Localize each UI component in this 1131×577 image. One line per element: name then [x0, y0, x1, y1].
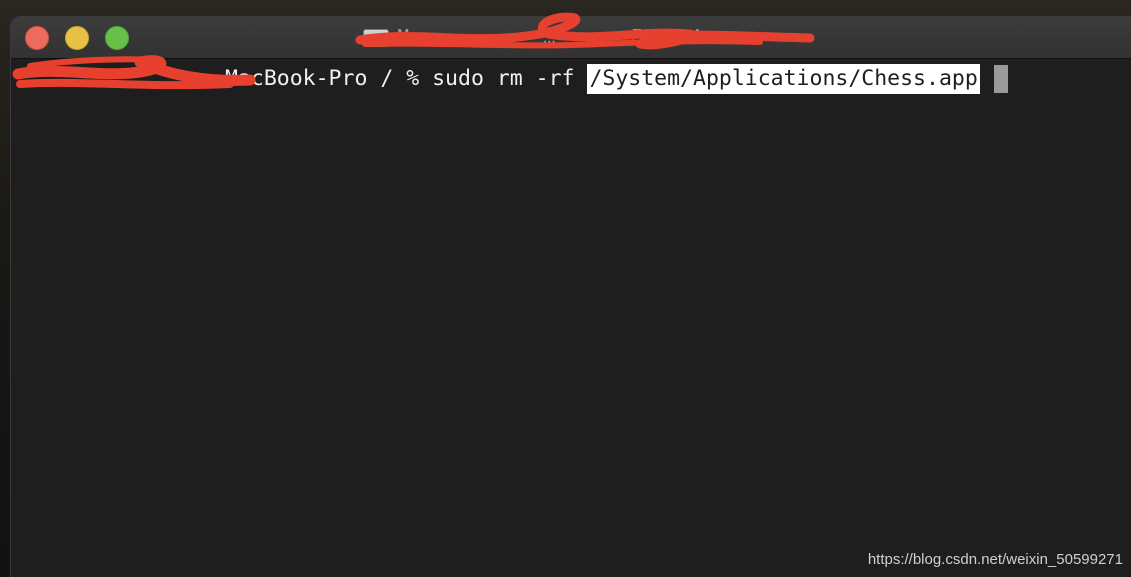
close-button[interactable] [25, 26, 49, 50]
desktop: M… … … … … 50×24 MacBook-Pro / % sudo rm… [0, 0, 1131, 577]
title-bar[interactable]: M… … … … … 50×24 [11, 17, 1131, 59]
terminal-window: M… … … … … 50×24 MacBook-Pro / % sudo rm… [10, 16, 1131, 577]
command-line: MacBook-Pro / % sudo rm -rf /System/Appl… [19, 64, 1008, 94]
prompt-host: MacBook-Pro / % [225, 66, 433, 91]
watermark: https://blog.csdn.net/weixin_50599271 [867, 551, 1123, 568]
terminal-content[interactable]: MacBook-Pro / % sudo rm -rf /System/Appl… [11, 59, 1131, 577]
zoom-button[interactable] [105, 26, 129, 50]
command-text: sudo rm -rf [432, 66, 588, 91]
text-cursor [993, 65, 1008, 93]
window-title-text: M… … … … … 50×24 [397, 26, 704, 50]
window-title: M… … … … … 50×24 [363, 21, 704, 55]
disk-icon [363, 27, 389, 49]
minimize-button[interactable] [65, 26, 89, 50]
selected-path[interactable]: /System/Applications/Chess.app [587, 64, 980, 94]
